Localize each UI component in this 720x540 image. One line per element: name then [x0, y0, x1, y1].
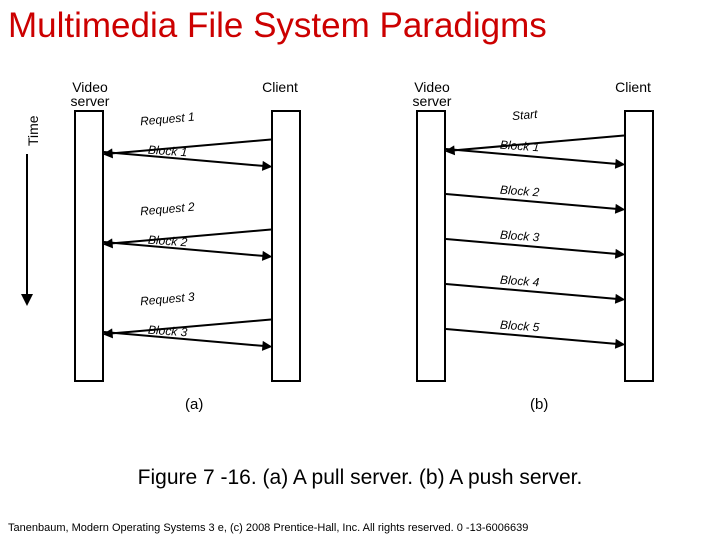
- msg-pblk4: Block 4: [500, 273, 540, 290]
- client-column-b: [624, 110, 654, 382]
- slide-title: Multimedia File System Paradigms: [8, 6, 712, 46]
- server-column-b: [416, 110, 446, 382]
- figure-caption: Figure 7 -16. (a) A pull server. (b) A p…: [0, 466, 720, 490]
- label-video-server-b: Videoserver: [397, 80, 467, 108]
- msg-pblk3: Block 3: [500, 228, 540, 245]
- label-client-a: Client: [250, 80, 310, 94]
- msg-pblk2: Block 2: [500, 183, 540, 200]
- msg-pblk5: Block 5: [500, 318, 540, 335]
- copyright-footer: Tanenbaum, Modern Operating Systems 3 e,…: [8, 522, 712, 534]
- msg-pblk1: Block 1: [500, 138, 540, 155]
- time-axis-label: Time: [25, 115, 41, 146]
- server-column-a: [74, 110, 104, 382]
- figure: Time Videoserver Client Request 1 Block …: [0, 80, 720, 440]
- time-axis-arrow: [26, 154, 28, 304]
- client-column-a: [271, 110, 301, 382]
- msg-req2: Request 2: [139, 200, 195, 219]
- msg-start: Start: [511, 107, 537, 123]
- msg-req3: Request 3: [139, 290, 195, 309]
- subfig-a: (a): [185, 396, 203, 413]
- label-client-b: Client: [603, 80, 663, 94]
- msg-blk3: Block 3: [148, 323, 188, 340]
- label-video-server-a: Videoserver: [55, 80, 125, 108]
- msg-blk2: Block 2: [148, 233, 188, 250]
- msg-blk1: Block 1: [148, 143, 188, 160]
- msg-req1: Request 1: [139, 110, 195, 129]
- subfig-b: (b): [530, 396, 548, 413]
